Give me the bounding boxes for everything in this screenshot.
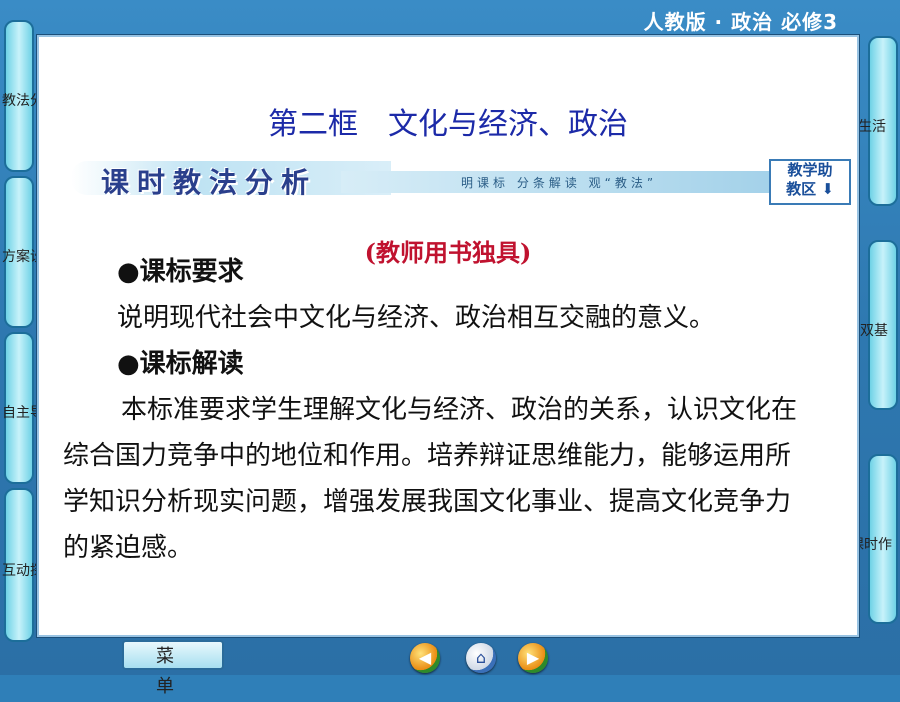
prev-icon[interactable]: ◀ — [410, 643, 440, 673]
home-icon[interactable]: ⌂ — [466, 643, 496, 673]
section1-text: 说明现代社会中文化与经济、政治相互交融的意义。 — [117, 303, 716, 333]
banner-heading: 课时教法分析 — [101, 166, 318, 199]
edition-badge: 人教版 · 政治 必修3 — [643, 10, 838, 34]
lesson-title: 第二框 文化与经济、政治 — [268, 107, 628, 142]
section2-heading: ●课标解读 — [117, 349, 244, 379]
next-icon[interactable]: ▶ — [518, 643, 548, 673]
assist-line1: 教学助 — [787, 161, 833, 179]
teaching-assist-button[interactable]: 教学助 教区 ⬇ — [769, 159, 851, 205]
section-banner: 课时教法分析 明课标 分条解读 观“教法” 教学助 教区 ⬇ — [71, 155, 851, 205]
section2-text: 本标准要求学生理解文化与经济、政治的关系，认识文化在综合国力竞争中的地位和作用。… — [63, 395, 798, 563]
assist-line2: 教区 ⬇ — [786, 180, 834, 198]
slide-panel: 第二框 文化与经济、政治 课时教法分析 明课标 分条解读 观“教法” 教学助 教… — [36, 34, 860, 638]
banner-subtitle: 明课标 分条解读 观“教法” — [461, 176, 658, 190]
menu-button[interactable]: 菜单 — [122, 640, 224, 697]
section1: ●课标要求 说明现代社会中文化与经济、政治相互交融的意义。 ●课标解读 本标准要… — [63, 249, 843, 571]
section1-heading: ●课标要求 — [117, 257, 244, 287]
